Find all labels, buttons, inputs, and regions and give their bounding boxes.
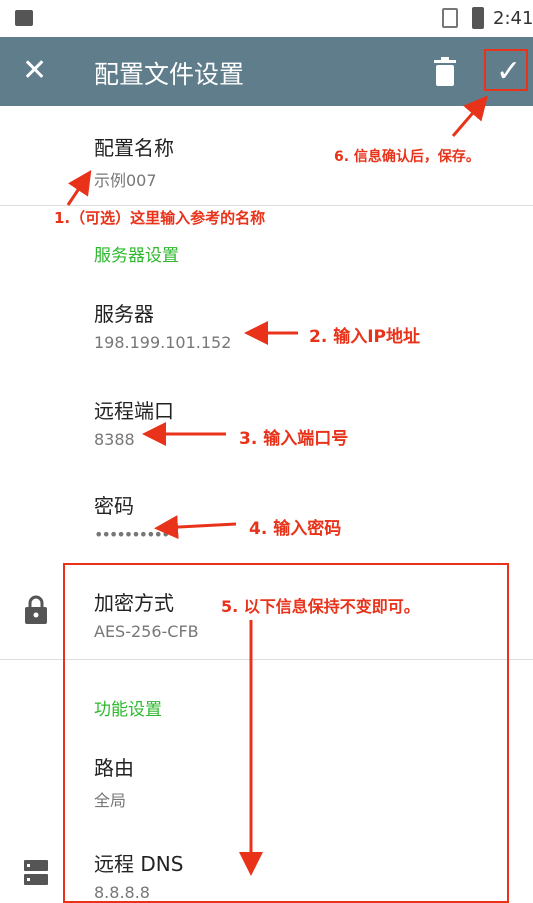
- arrow-to-password: [154, 515, 237, 540]
- annotation-arrows: [66, 95, 488, 876]
- arrow-to-save: [451, 95, 488, 137]
- arrow-to-name: [66, 170, 92, 206]
